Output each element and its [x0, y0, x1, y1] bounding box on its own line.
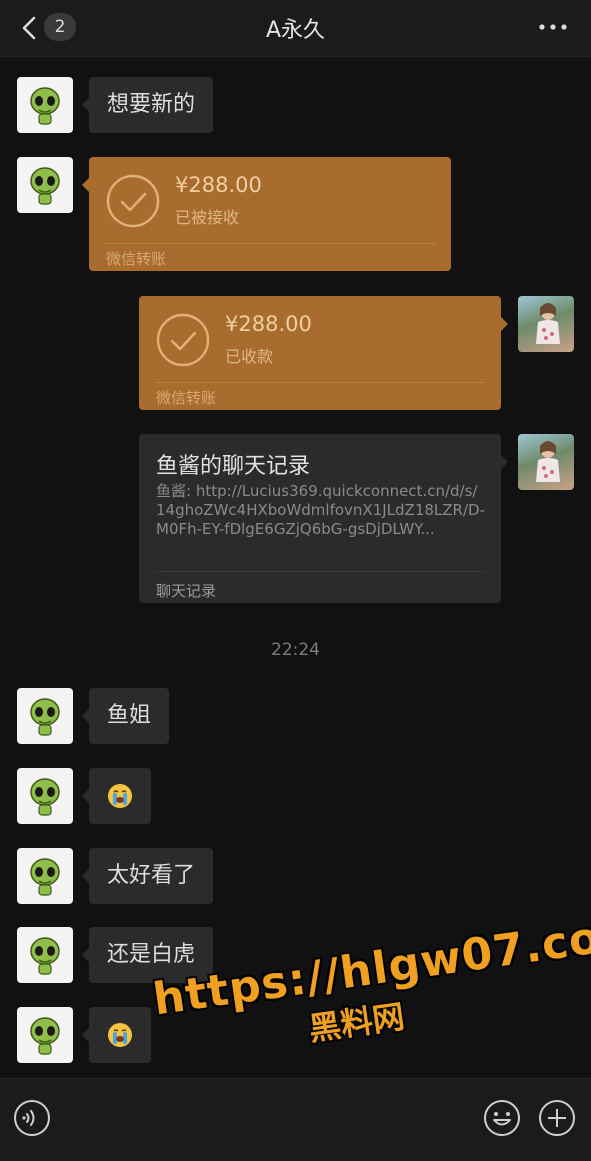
message-bubble[interactable] [82, 1007, 151, 1063]
message-bubble[interactable]: 想要新的 [82, 77, 214, 133]
alien-avatar-icon [30, 167, 60, 205]
transfer-amount: ¥288.00 [175, 173, 262, 197]
message-bubble[interactable] [82, 768, 151, 824]
input-bar [0, 1078, 591, 1161]
contact-avatar[interactable] [17, 77, 73, 133]
chat-header: 2 A永久 [0, 0, 591, 57]
message-text: 想要新的 [107, 92, 196, 117]
divider [156, 571, 484, 572]
check-circle-icon [156, 313, 210, 367]
emoji-icon[interactable] [483, 1099, 521, 1137]
contact-avatar[interactable] [17, 688, 73, 744]
message-bubble[interactable]: 鱼姐 [82, 688, 170, 744]
transfer-amount: ¥288.00 [225, 312, 312, 336]
alien-avatar-icon [30, 858, 60, 896]
alien-avatar-icon [30, 937, 60, 975]
transfer-label: 微信转账 [156, 389, 217, 407]
user-photo-avatar [536, 303, 560, 344]
message-text: 鱼姐 [107, 703, 152, 728]
add-icon[interactable] [538, 1099, 576, 1137]
alien-avatar-icon [30, 87, 60, 125]
transfer-status: 已收款 [225, 347, 274, 366]
message-input[interactable] [68, 1095, 470, 1143]
divider [105, 243, 435, 244]
contact-avatar[interactable] [17, 1007, 73, 1063]
chat-record-footer: 聊天记录 [156, 582, 217, 600]
message-text: 太好看了 [107, 863, 196, 888]
contact-avatar[interactable] [17, 157, 73, 213]
my-avatar[interactable] [518, 434, 574, 490]
message-timestamp: 22:24 [271, 640, 320, 660]
crying-face-icon [108, 1023, 132, 1047]
divider [155, 382, 485, 383]
alien-avatar-icon [30, 698, 60, 736]
chat-record-preview: 鱼酱: http://Lucius369.quickconnect.cn/d/s… [156, 482, 485, 538]
transfer-card[interactable]: ¥288.00 已被接收 微信转账 [82, 157, 451, 271]
message-bubble[interactable]: 太好看了 [82, 848, 214, 904]
my-avatar[interactable] [518, 296, 574, 352]
alien-avatar-icon [30, 1017, 60, 1055]
contact-avatar[interactable] [17, 768, 73, 824]
alien-avatar-icon [30, 778, 60, 816]
chat-title: A永久 [265, 18, 326, 43]
contact-avatar[interactable] [17, 848, 73, 904]
contact-avatar[interactable] [17, 927, 73, 983]
message-text: 还是白虎 [107, 942, 196, 967]
check-circle-icon [106, 174, 160, 228]
transfer-label: 微信转账 [106, 250, 167, 268]
transfer-card[interactable]: ¥288.00 已收款 微信转账 [139, 296, 508, 410]
user-photo-avatar [536, 441, 560, 482]
transfer-status: 已被接收 [175, 208, 240, 227]
crying-face-icon [108, 784, 132, 808]
chat-record-title: 鱼酱的聊天记录 [156, 454, 311, 479]
chat-record-card[interactable]: 鱼酱的聊天记录 鱼酱: http://Lucius369.quickconnec… [139, 434, 508, 603]
voice-input-icon[interactable] [13, 1099, 51, 1137]
more-options-icon[interactable] [539, 22, 567, 32]
